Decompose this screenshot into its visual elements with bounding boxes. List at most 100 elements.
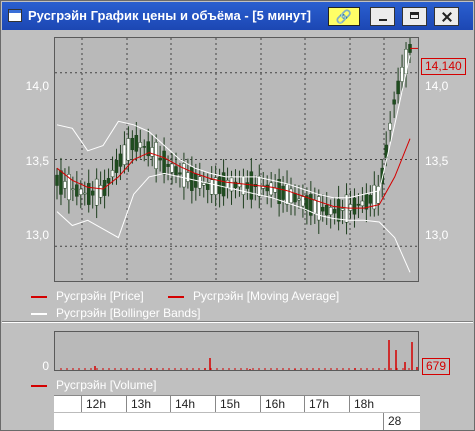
y-label-right-13-5: 13,5: [425, 154, 449, 168]
candle-body: [178, 172, 182, 175]
candle-body: [356, 203, 361, 206]
candle-body: [313, 200, 317, 214]
candle-body: [348, 204, 353, 211]
candle-body: [126, 138, 131, 161]
candle-body: [340, 208, 345, 211]
legend-bollinger[interactable]: Русгрэйн [Bollinger Bands]: [31, 306, 200, 320]
candle-body: [293, 193, 297, 203]
legend-ma-label: Русгрэйн [Moving Average]: [193, 289, 340, 303]
candle-body: [245, 182, 250, 189]
chart-window: Русгрэйн График цены и объёма - [5 минут…: [0, 0, 475, 431]
last-volume-label: 679: [422, 358, 451, 375]
bollinger-lower-line: [56, 172, 411, 273]
candle-body: [225, 180, 230, 188]
candle-body: [122, 144, 127, 165]
candle-body: [285, 183, 289, 205]
pane-divider[interactable]: [2, 321, 473, 323]
candle-body: [174, 166, 178, 176]
candle-body: [237, 183, 242, 188]
candle-body: [130, 137, 135, 151]
candle-body: [75, 184, 79, 197]
minimize-button[interactable]: [370, 7, 395, 26]
price-plot-area[interactable]: [54, 31, 419, 282]
candle-body: [265, 184, 269, 192]
candle-body: [98, 185, 103, 198]
candle-body: [400, 67, 404, 82]
time-tick: [126, 396, 127, 413]
candle-body: [110, 170, 115, 178]
candle-body: [198, 176, 202, 189]
time-label-14h: 14h: [175, 397, 196, 411]
candle-body: [368, 194, 373, 204]
candle-body: [332, 209, 337, 214]
title-bar[interactable]: Русгрэйн График цены и объёма - [5 минут…: [2, 2, 473, 30]
candle-body: [328, 207, 333, 215]
price-chart-svg: [55, 31, 418, 281]
candle-body: [134, 135, 139, 152]
candle-body: [320, 206, 325, 212]
candle-body: [118, 153, 123, 167]
y-label-13-5: 13,5: [25, 154, 49, 168]
time-label-17h: 17h: [309, 397, 330, 411]
candle-body: [392, 99, 396, 105]
time-axis-hours: 12h 13h 14h 15h 16h 17h 18h: [54, 395, 420, 413]
maximize-button[interactable]: [402, 7, 427, 26]
time-tick: [170, 396, 171, 413]
candle-body: [106, 178, 111, 184]
candle-body: [170, 163, 174, 173]
candle-body: [150, 147, 154, 157]
volume-plot-area[interactable]: [54, 331, 419, 371]
time-tick: [304, 396, 305, 413]
time-tick: [215, 396, 216, 413]
legend-bollinger-label: Русгрэйн [Bollinger Bands]: [56, 306, 201, 320]
candle-body: [162, 150, 166, 175]
candle-body: [352, 197, 357, 215]
chain-link-icon: 🔗: [335, 9, 353, 24]
candle-body: [166, 163, 170, 167]
candle-body: [142, 146, 147, 148]
legend-swatch: [31, 312, 47, 315]
candle-body: [289, 188, 293, 204]
y-label-13: 13,0: [25, 228, 49, 242]
candle-body: [202, 182, 206, 186]
time-label-13h: 13h: [131, 397, 152, 411]
legend-price-label: Русгрэйн [Price]: [56, 289, 144, 303]
candle-body: [324, 204, 329, 216]
time-tick: [81, 396, 82, 413]
candle-body: [138, 142, 143, 149]
candle-body: [360, 200, 365, 207]
candle-body: [94, 178, 99, 206]
candle-body: [86, 183, 91, 205]
time-tick: [349, 396, 350, 413]
time-label-16h: 16h: [265, 397, 286, 411]
candle-body: [209, 179, 214, 195]
y-label-14: 14,0: [25, 79, 49, 93]
legend-swatch: [31, 384, 47, 387]
window-title: Русгрэйн График цены и объёма - [5 минут…: [28, 8, 311, 23]
candle-body: [59, 170, 63, 195]
close-button[interactable]: [434, 7, 459, 26]
app-icon[interactable]: [8, 9, 22, 22]
candle-body: [83, 192, 87, 195]
time-label-18h: 18h: [354, 397, 375, 411]
time-label-12h: 12h: [86, 397, 107, 411]
candle-body: [281, 185, 285, 200]
day-label: 28: [388, 414, 402, 428]
candle-body: [317, 196, 321, 221]
candle-body: [269, 182, 273, 196]
legend-moving-average[interactable]: Русгрэйн [Moving Average]: [168, 289, 339, 303]
link-button[interactable]: 🔗: [328, 7, 360, 26]
bollinger-upper-line: [56, 55, 411, 199]
legend-price[interactable]: Русгрэйн [Price]: [31, 289, 144, 303]
candle-body: [182, 163, 186, 188]
candle-body: [336, 199, 341, 222]
candle-body: [186, 172, 190, 182]
candle-body: [158, 157, 162, 161]
candle-body: [90, 190, 95, 196]
candle-body: [114, 159, 119, 173]
legend-volume[interactable]: Русгрэйн [Volume]: [31, 378, 156, 392]
candle-body: [55, 174, 59, 186]
legend-swatch: [168, 295, 184, 298]
last-price-label: 14,140: [421, 58, 466, 75]
moving-average-line: [56, 138, 411, 209]
